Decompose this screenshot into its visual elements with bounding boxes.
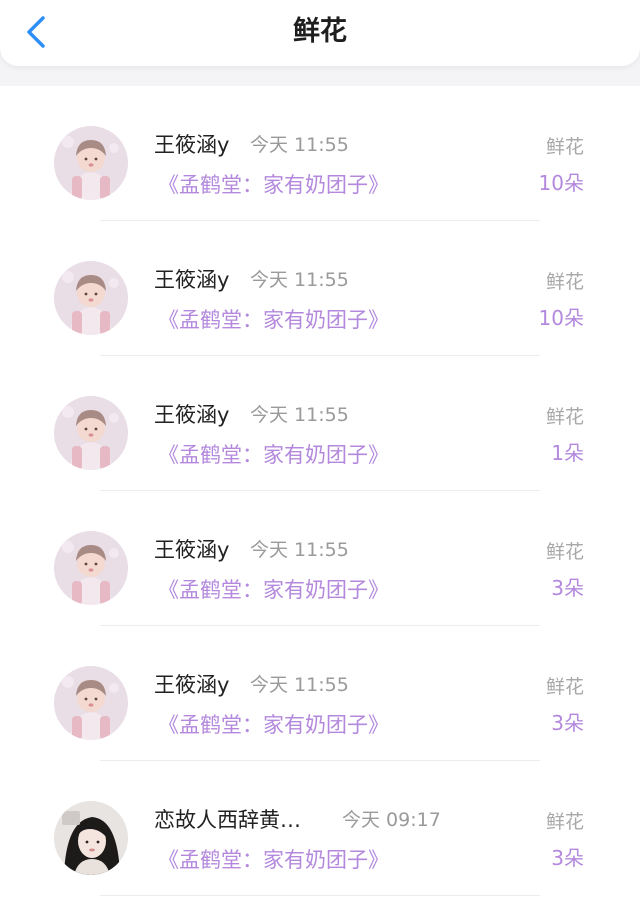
list-item[interactable]: 王筱涵y 今天 11:55 《孟鹤堂：家有奶团子》 鲜花 10朵 bbox=[0, 221, 640, 356]
gift-count: 3朵 bbox=[551, 576, 584, 600]
book-title-link[interactable]: 《孟鹤堂：家有奶团子》 bbox=[158, 305, 389, 335]
gift-type-label: 鲜花 bbox=[545, 271, 584, 293]
book-title-link[interactable]: 《孟鹤堂：家有奶团子》 bbox=[158, 575, 389, 605]
list-item[interactable]: 王筱涵y 今天 11:55 《孟鹤堂：家有奶团子》 鲜花 3朵 bbox=[0, 491, 640, 626]
user-name[interactable]: 王筱涵y bbox=[154, 670, 229, 700]
row-divider bbox=[100, 895, 540, 896]
gift-type-label: 鲜花 bbox=[545, 541, 584, 563]
user-name[interactable]: 王筱涵y bbox=[154, 400, 229, 430]
user-name[interactable]: 王筱涵y bbox=[154, 130, 229, 160]
book-title-link[interactable]: 《孟鹤堂：家有奶团子》 bbox=[158, 170, 389, 200]
book-title-link[interactable]: 《孟鹤堂：家有奶团子》 bbox=[158, 845, 389, 875]
gift-type-label: 鲜花 bbox=[545, 136, 584, 158]
avatar[interactable] bbox=[54, 396, 128, 470]
list-item[interactable]: 王筱涵y 今天 11:55 《孟鹤堂：家有奶团子》 鲜花 1朵 bbox=[0, 356, 640, 491]
user-avatar-image bbox=[54, 126, 128, 200]
gift-count: 1朵 bbox=[551, 441, 584, 465]
list-item[interactable]: 恋故人西辞黄… 今天 09:17 《孟鹤堂：家有奶团子》 鲜花 3朵 bbox=[0, 761, 640, 896]
user-avatar-image bbox=[54, 531, 128, 605]
gift-type-label: 鲜花 bbox=[545, 406, 584, 428]
avatar[interactable] bbox=[54, 801, 128, 875]
book-title-link[interactable]: 《孟鹤堂：家有奶团子》 bbox=[158, 710, 389, 740]
user-name[interactable]: 王筱涵y bbox=[154, 265, 229, 295]
flower-gift-list: 王筱涵y 今天 11:55 《孟鹤堂：家有奶团子》 鲜花 10朵 王筱涵y 今天… bbox=[0, 86, 640, 905]
timestamp: 今天 11:55 bbox=[250, 134, 349, 156]
gift-type-label: 鲜花 bbox=[545, 811, 584, 833]
gift-count: 3朵 bbox=[551, 711, 584, 735]
timestamp: 今天 09:17 bbox=[342, 809, 441, 831]
user-avatar-image bbox=[54, 666, 128, 740]
timestamp: 今天 11:55 bbox=[250, 674, 349, 696]
user-name[interactable]: 恋故人西辞黄… bbox=[154, 805, 301, 835]
gift-count: 10朵 bbox=[538, 306, 584, 330]
list-item[interactable]: 王筱涵y 今天 11:55 《孟鹤堂：家有奶团子》 鲜花 10朵 bbox=[0, 86, 640, 221]
gift-type-label: 鲜花 bbox=[545, 676, 584, 698]
timestamp: 今天 11:55 bbox=[250, 539, 349, 561]
book-title-link[interactable]: 《孟鹤堂：家有奶团子》 bbox=[158, 440, 389, 470]
timestamp: 今天 11:55 bbox=[250, 404, 349, 426]
user-avatar-image bbox=[54, 801, 128, 875]
page-title: 鲜花 bbox=[293, 16, 347, 47]
avatar[interactable] bbox=[54, 261, 128, 335]
user-avatar-image bbox=[54, 396, 128, 470]
list-item[interactable]: 王筱涵y 今天 11:55 《孟鹤堂：家有奶团子》 鲜花 3朵 bbox=[0, 626, 640, 761]
avatar[interactable] bbox=[54, 531, 128, 605]
user-avatar-image bbox=[54, 261, 128, 335]
gift-count: 3朵 bbox=[551, 846, 584, 870]
user-name[interactable]: 王筱涵y bbox=[154, 535, 229, 565]
avatar[interactable] bbox=[54, 666, 128, 740]
top-navigation-bar: 鲜花 bbox=[0, 0, 640, 66]
timestamp: 今天 11:55 bbox=[250, 269, 349, 291]
avatar[interactable] bbox=[54, 126, 128, 200]
gift-count: 10朵 bbox=[538, 171, 584, 195]
